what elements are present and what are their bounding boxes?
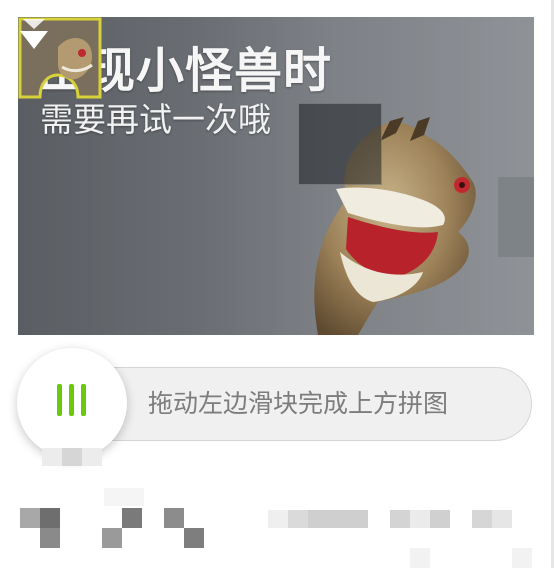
pixelated-block bbox=[308, 510, 368, 528]
slider-hint-text: 拖动左边滑块完成上方拼图 bbox=[148, 389, 449, 418]
pixelated-block bbox=[62, 448, 82, 466]
pixelated-block bbox=[20, 508, 40, 528]
pixelated-block bbox=[390, 510, 410, 528]
pixelated-block bbox=[122, 508, 142, 528]
pixelated-block bbox=[42, 448, 62, 466]
pixelated-block bbox=[82, 448, 102, 466]
pixelated-block bbox=[164, 508, 184, 528]
pixelated-block bbox=[410, 510, 430, 528]
pixelated-block bbox=[40, 528, 60, 548]
pixelated-block bbox=[472, 510, 492, 528]
pixelated-block bbox=[102, 528, 122, 548]
grip-lines-icon bbox=[69, 384, 74, 416]
down-arrow-icon bbox=[20, 19, 48, 49]
grip-lines-icon bbox=[81, 384, 86, 416]
captcha-image: 出现小怪兽时 需要再试一次哦 bbox=[18, 17, 534, 335]
pixelated-block bbox=[40, 508, 60, 528]
pixelated-block bbox=[288, 510, 308, 528]
slider-handle[interactable] bbox=[17, 348, 127, 458]
pixelated-block bbox=[430, 510, 450, 528]
pixelated-block bbox=[410, 548, 430, 568]
pixelated-block bbox=[184, 528, 204, 548]
captcha-subtitle: 需要再试一次哦 bbox=[40, 100, 271, 139]
pixelated-block bbox=[104, 488, 144, 506]
puzzle-gap bbox=[298, 103, 382, 185]
pixelated-block bbox=[512, 548, 532, 568]
pixelated-block bbox=[492, 510, 512, 528]
pixelated-block bbox=[268, 510, 288, 528]
grip-lines-icon bbox=[57, 384, 62, 416]
